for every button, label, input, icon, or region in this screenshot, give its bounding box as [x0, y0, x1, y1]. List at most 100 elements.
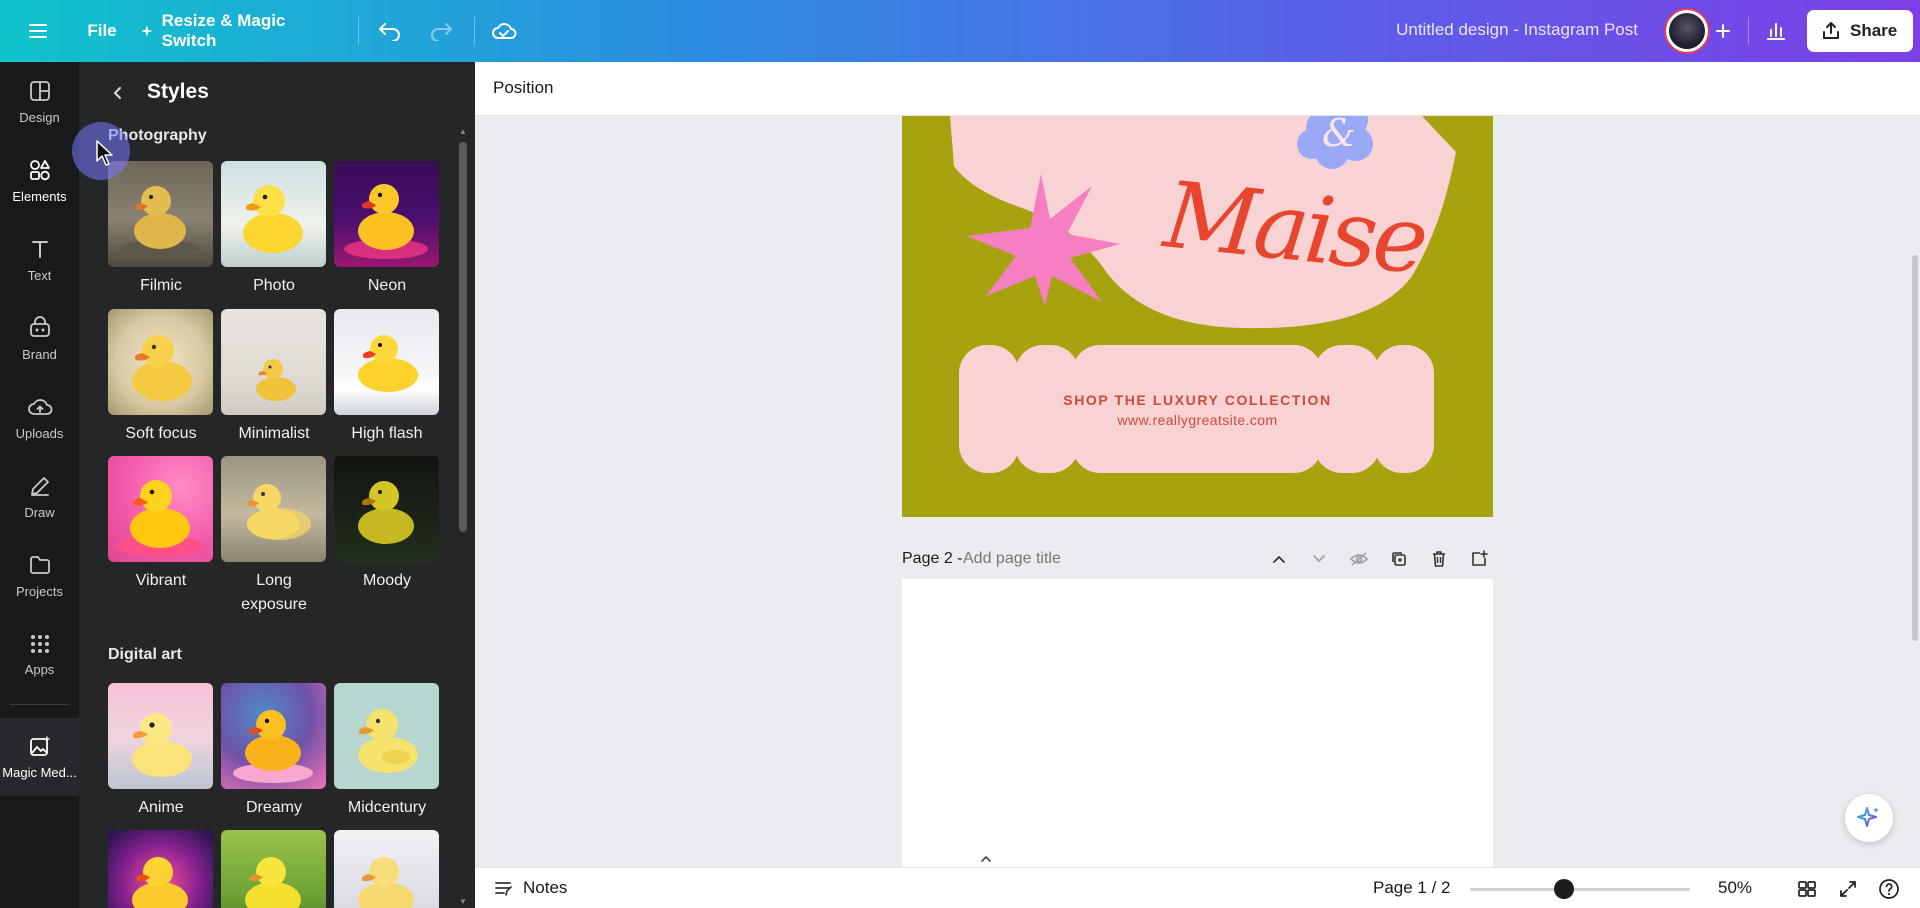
- duck-image: [358, 335, 418, 392]
- cta-url[interactable]: www.reallygreatsite.com: [902, 412, 1493, 428]
- panel-scrollbar[interactable]: [459, 142, 467, 532]
- style-label: Photo: [253, 277, 295, 294]
- notes-label: Notes: [523, 878, 568, 897]
- style-label: Neon: [367, 277, 407, 294]
- show-pages-toggle[interactable]: [960, 851, 1012, 867]
- rail-item-uploads[interactable]: Uploads: [0, 381, 79, 455]
- resize-magic-switch-button[interactable]: Resize & Magic Switch: [140, 11, 340, 51]
- fullscreen-button[interactable]: [1836, 877, 1860, 901]
- top-bar: File Resize & Magic Switch Untitled desi…: [0, 0, 1920, 62]
- position-button[interactable]: Position: [493, 78, 553, 98]
- style-label: Long exposure: [241, 572, 307, 613]
- user-avatar[interactable]: [1666, 10, 1708, 52]
- duck-image: [358, 709, 418, 773]
- page-1[interactable]: & Maise SHOP THE LUXURY COLLECTION www.r…: [902, 116, 1493, 517]
- insights-button[interactable]: [1758, 11, 1794, 51]
- style-label: Dreamy: [245, 799, 302, 816]
- page-title-input[interactable]: Add page title: [963, 550, 1061, 568]
- style-tile-photo[interactable]: [221, 161, 326, 267]
- style-tile-long-exposure[interactable]: [221, 456, 326, 562]
- add-collaborator-button[interactable]: [1708, 11, 1738, 51]
- style-tile[interactable]: [221, 830, 326, 908]
- undo-icon: [379, 23, 400, 41]
- redo-button[interactable]: [424, 11, 458, 51]
- help-button[interactable]: [1877, 877, 1901, 901]
- grid-view-button[interactable]: [1795, 877, 1819, 901]
- file-menu-button[interactable]: File: [78, 11, 126, 51]
- add-page-button[interactable]: [1466, 546, 1492, 572]
- rail-label: Design: [19, 110, 60, 125]
- zoom-slider-handle[interactable]: [1554, 879, 1574, 899]
- rail-item-design[interactable]: Design: [0, 65, 79, 139]
- rail-item-draw[interactable]: Draw: [0, 460, 79, 534]
- zoom-slider-track[interactable]: [1470, 888, 1690, 891]
- zoom-level-button[interactable]: 50%: [1718, 878, 1752, 898]
- cloud-check-icon: [492, 23, 517, 39]
- page-2[interactable]: [902, 579, 1493, 867]
- style-label: Minimalist: [238, 425, 310, 442]
- scroll-up-arrow[interactable]: ▲: [459, 128, 467, 136]
- panel-title: Styles: [147, 80, 209, 103]
- delete-page-button[interactable]: [1426, 546, 1452, 572]
- design-title[interactable]: Untitled design - Instagram Post: [1396, 20, 1638, 40]
- style-tile-high-flash[interactable]: [334, 309, 439, 415]
- hide-page-button[interactable]: [1346, 546, 1372, 572]
- cta-banner: [959, 345, 1434, 473]
- duck-image: [245, 857, 301, 908]
- style-tile[interactable]: [334, 830, 439, 908]
- style-tile-vibrant[interactable]: [108, 456, 213, 562]
- duck-image: [132, 713, 192, 777]
- style-tile-minimalist[interactable]: [221, 309, 326, 415]
- rail-label: Text: [27, 268, 52, 283]
- rail-item-text[interactable]: Text: [0, 223, 79, 297]
- redo-icon: [431, 23, 452, 41]
- rail-item-projects[interactable]: Projects: [0, 539, 79, 613]
- style-label: Filmic: [140, 277, 182, 294]
- style-tile-dreamy[interactable]: [221, 683, 326, 789]
- apps-grid-icon: [30, 635, 49, 653]
- style-tile-filmic[interactable]: [108, 161, 213, 267]
- back-button[interactable]: [107, 82, 129, 104]
- style-tile-soft-focus[interactable]: [108, 309, 213, 415]
- scroll-down-arrow[interactable]: ▼: [459, 898, 467, 906]
- divider: [1748, 17, 1749, 45]
- sparkle-icon: [1857, 807, 1879, 827]
- rail-item-magic-media[interactable]: Magic Med...: [0, 718, 79, 796]
- style-tile-midcentury[interactable]: [334, 683, 439, 789]
- cta-title[interactable]: SHOP THE LUXURY COLLECTION: [902, 392, 1493, 408]
- duck-image: [120, 186, 200, 258]
- style-tile-moody[interactable]: [334, 456, 439, 562]
- notes-button[interactable]: Notes: [493, 878, 567, 898]
- style-label: Moody: [362, 572, 412, 589]
- style-tile-neon[interactable]: [334, 161, 439, 267]
- style-label: High flash: [351, 425, 423, 442]
- share-button[interactable]: Share: [1807, 10, 1913, 52]
- canva-assistant-button[interactable]: [1845, 794, 1893, 842]
- move-page-down-button[interactable]: [1306, 546, 1332, 572]
- style-tile-anime[interactable]: [108, 683, 213, 789]
- duck-image: [233, 710, 313, 783]
- grid-view-icon: [1798, 881, 1816, 897]
- menu-button[interactable]: [22, 11, 56, 51]
- chevron-up-icon: [981, 856, 991, 862]
- duplicate-page-button[interactable]: [1386, 546, 1412, 572]
- rail-label: Uploads: [15, 426, 64, 441]
- style-label: Anime: [138, 799, 184, 816]
- context-toolbar: Position: [475, 62, 1920, 116]
- move-page-up-button[interactable]: [1266, 546, 1292, 572]
- duck-image: [256, 359, 296, 401]
- copy-icon: [1392, 552, 1406, 566]
- bar-chart-icon: [1767, 23, 1785, 40]
- undo-button[interactable]: [373, 11, 407, 51]
- section-title-digital-art: Digital art: [108, 646, 182, 663]
- style-tile[interactable]: [108, 830, 213, 908]
- rail-item-elements[interactable]: Elements: [0, 144, 79, 218]
- elements-icon: [29, 160, 50, 181]
- canvas-scrollbar[interactable]: [1912, 255, 1918, 641]
- duck-image: [247, 484, 311, 540]
- save-status-button[interactable]: [487, 11, 521, 51]
- duck-image: [358, 481, 414, 544]
- page-indicator-button[interactable]: Page 1 / 2: [1373, 878, 1451, 898]
- rail-item-apps[interactable]: Apps: [0, 618, 79, 692]
- rail-item-brand[interactable]: Brand: [0, 302, 79, 376]
